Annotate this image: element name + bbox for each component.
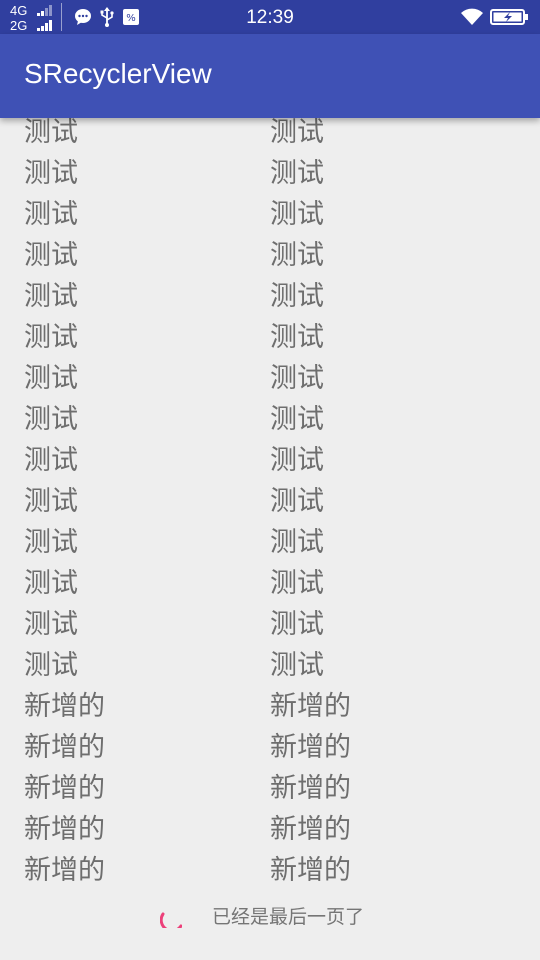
list-item[interactable]: 测试 测试 bbox=[0, 645, 540, 686]
list-item-right-text: 新增的 bbox=[270, 691, 351, 722]
list-item-right-text: 测试 bbox=[270, 363, 324, 394]
list-item-left-text: 测试 bbox=[24, 568, 78, 599]
list-item-right-text: 新增的 bbox=[270, 814, 351, 845]
list-item-left-text: 测试 bbox=[24, 158, 78, 189]
list-item-right-text: 测试 bbox=[270, 650, 324, 681]
list-item-right-text: 测试 bbox=[270, 158, 324, 189]
list-item[interactable]: 测试 测试 bbox=[0, 194, 540, 235]
list-item-left-text: 新增的 bbox=[24, 691, 105, 722]
status-bar: 4G 2G % 12:39 bbox=[0, 0, 540, 34]
list-item[interactable]: 测试 测试 bbox=[0, 118, 540, 153]
list-item-left-text: 测试 bbox=[24, 322, 78, 353]
list-item-right-text: 测试 bbox=[270, 118, 324, 148]
list-item[interactable]: 测试 测试 bbox=[0, 563, 540, 604]
list-item-left-text: 测试 bbox=[24, 199, 78, 230]
list-item[interactable]: 新增的 新增的 bbox=[0, 768, 540, 809]
status-time: 12:39 bbox=[246, 7, 294, 28]
list-item[interactable]: 新增的 新增的 bbox=[0, 686, 540, 727]
list-item-left-text: 测试 bbox=[24, 118, 78, 148]
list-item-right-text: 新增的 bbox=[270, 732, 351, 763]
list-item-right-text: 测试 bbox=[270, 404, 324, 435]
list-item[interactable]: 测试 测试 bbox=[0, 358, 540, 399]
list-item-left-text: 新增的 bbox=[24, 855, 105, 886]
list-item-right-text: 测试 bbox=[270, 281, 324, 312]
list-item[interactable]: 测试 测试 bbox=[0, 235, 540, 276]
list-item-right-text: 测试 bbox=[270, 527, 324, 558]
footer-text: 已经是最后一页了 bbox=[212, 906, 365, 928]
list-item-left-text: 测试 bbox=[24, 486, 78, 517]
list-item-right-text: 测试 bbox=[270, 568, 324, 599]
loading-spinner-icon bbox=[160, 912, 182, 928]
list-item[interactable]: 新增的 新增的 bbox=[0, 727, 540, 768]
list-item-right-text: 测试 bbox=[270, 240, 324, 271]
load-more-footer: 已经是最后一页了 bbox=[0, 900, 540, 940]
list-item-right-text: 测试 bbox=[270, 486, 324, 517]
list-item[interactable]: 测试 测试 bbox=[0, 604, 540, 645]
list-content: 测试 测试 测试 测试 测试 测试 测试 测试 测试 测试 测试 测试 测试 测试 测试 测试 测试 测试 测试 测试… bbox=[0, 118, 540, 891]
list-item-right-text: 测试 bbox=[270, 322, 324, 353]
list-item[interactable]: 新增的 新增的 bbox=[0, 809, 540, 850]
list-item-left-text: 新增的 bbox=[24, 732, 105, 763]
app-bar: SRecyclerView bbox=[0, 34, 540, 118]
list-item[interactable]: 测试 测试 bbox=[0, 481, 540, 522]
list-item[interactable]: 测试 测试 bbox=[0, 399, 540, 440]
list-item-left-text: 测试 bbox=[24, 363, 78, 394]
list-item[interactable]: 测试 测试 bbox=[0, 522, 540, 563]
list-item[interactable]: 测试 测试 bbox=[0, 440, 540, 481]
app-title: SRecyclerView bbox=[24, 58, 212, 89]
battery-icon bbox=[490, 9, 528, 25]
list-item-left-text: 新增的 bbox=[24, 773, 105, 804]
list-item-right-text: 测试 bbox=[270, 445, 324, 476]
list-item-left-text: 测试 bbox=[24, 609, 78, 640]
list-item[interactable]: 测试 测试 bbox=[0, 153, 540, 194]
list-item[interactable]: 测试 测试 bbox=[0, 317, 540, 358]
list-item[interactable]: 新增的 新增的 bbox=[0, 850, 540, 891]
wifi-icon bbox=[461, 8, 483, 25]
list-item-right-text: 新增的 bbox=[270, 773, 351, 804]
list-item-right-text: 新增的 bbox=[270, 855, 351, 886]
list-item-left-text: 新增的 bbox=[24, 814, 105, 845]
list-item-left-text: 测试 bbox=[24, 650, 78, 681]
list-item-right-text: 测试 bbox=[270, 609, 324, 640]
list-item-right-text: 测试 bbox=[270, 199, 324, 230]
list-item-left-text: 测试 bbox=[24, 445, 78, 476]
recycler-list[interactable]: 测试 测试 测试 测试 测试 测试 测试 测试 测试 测试 测试 测试 测试 测试 测试 测试 测试 测试 测试 测试… bbox=[0, 118, 540, 902]
list-item-left-text: 测试 bbox=[24, 527, 78, 558]
list-item[interactable]: 测试 测试 bbox=[0, 276, 540, 317]
list-item-left-text: 测试 bbox=[24, 281, 78, 312]
list-item-left-text: 测试 bbox=[24, 240, 78, 271]
list-item-left-text: 测试 bbox=[24, 404, 78, 435]
